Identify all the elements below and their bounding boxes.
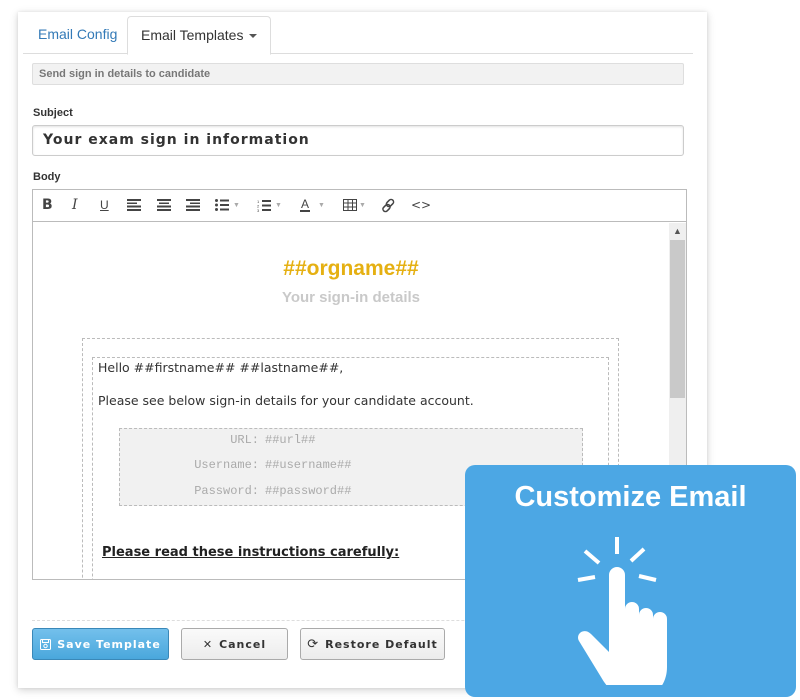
scroll-up-icon[interactable]: ▲ — [669, 226, 686, 236]
credential-value: ##url## — [265, 433, 316, 447]
tab-email-templates[interactable]: Email Templates — [127, 16, 272, 55]
align-right-icon[interactable] — [186, 195, 200, 215]
numbered-list-icon[interactable]: 123 ▼ — [257, 195, 282, 215]
tab-email-templates-label: Email Templates — [141, 27, 244, 43]
scrollbar-thumb[interactable] — [670, 240, 685, 398]
instructions-heading: Please read these instructions carefully… — [102, 545, 400, 560]
align-center-icon[interactable] — [157, 195, 171, 215]
link-icon[interactable] — [381, 195, 396, 215]
bold-icon[interactable]: B — [42, 195, 53, 215]
code-view-icon[interactable]: <> — [411, 195, 431, 215]
dropdown-arrow-icon: ▼ — [233, 201, 240, 209]
svg-text:3: 3 — [257, 208, 260, 212]
dropdown-arrow-icon: ▼ — [275, 201, 282, 209]
orgname-heading: ##orgname## — [283, 257, 419, 280]
tab-email-config[interactable]: Email Config — [25, 16, 130, 54]
tab-bar: Email Config Email Templates — [23, 16, 693, 55]
subject-label: Subject — [33, 107, 73, 119]
refresh-icon: ⟳ — [307, 636, 320, 652]
table-icon[interactable]: ▼ — [343, 195, 366, 215]
tap-hand-icon — [577, 537, 667, 685]
editor-toolbar: B I U ▼ 123 ▼ A ▼ ▼ <> — [33, 190, 686, 222]
greeting-text: Hello ##firstname## ##lastname##, — [98, 360, 344, 375]
subject-input[interactable]: Your exam sign in information — [32, 125, 684, 156]
template-select[interactable]: Send sign in details to candidate — [32, 63, 684, 85]
underline-icon[interactable]: U — [100, 195, 109, 215]
cancel-button[interactable]: ✕ Cancel — [181, 628, 288, 660]
dropdown-arrow-icon: ▼ — [359, 201, 366, 209]
body-label: Body — [33, 171, 61, 183]
bullet-list-icon[interactable]: ▼ — [215, 195, 240, 215]
customize-email-callout[interactable]: Customize Email — [465, 465, 796, 697]
intro-text: Please see below sign-in details for you… — [98, 393, 474, 408]
cancel-label: Cancel — [219, 637, 267, 651]
save-template-button[interactable]: Save Template — [32, 628, 169, 660]
floppy-disk-icon — [40, 638, 52, 650]
close-icon: ✕ — [202, 637, 214, 651]
italic-icon[interactable]: I — [72, 195, 78, 215]
credential-value: ##username## — [265, 458, 352, 472]
dropdown-arrow-icon: ▼ — [318, 201, 325, 209]
signin-subtitle: Your sign-in details — [281, 289, 421, 306]
credential-row-url: URL: ##url## — [120, 433, 582, 449]
text-color-icon[interactable]: A ▼ — [300, 195, 325, 215]
restore-default-button[interactable]: ⟳ Restore Default — [300, 628, 445, 660]
caret-down-icon — [249, 34, 258, 39]
save-template-label: Save Template — [57, 637, 161, 651]
credential-key: URL: — [230, 433, 259, 447]
align-left-icon[interactable] — [127, 195, 141, 215]
restore-default-label: Restore Default — [325, 637, 438, 651]
credential-value: ##password## — [265, 484, 352, 498]
credential-key: Password: — [194, 484, 259, 498]
credential-key: Username: — [194, 458, 259, 472]
customize-email-title: Customize Email — [514, 481, 747, 513]
